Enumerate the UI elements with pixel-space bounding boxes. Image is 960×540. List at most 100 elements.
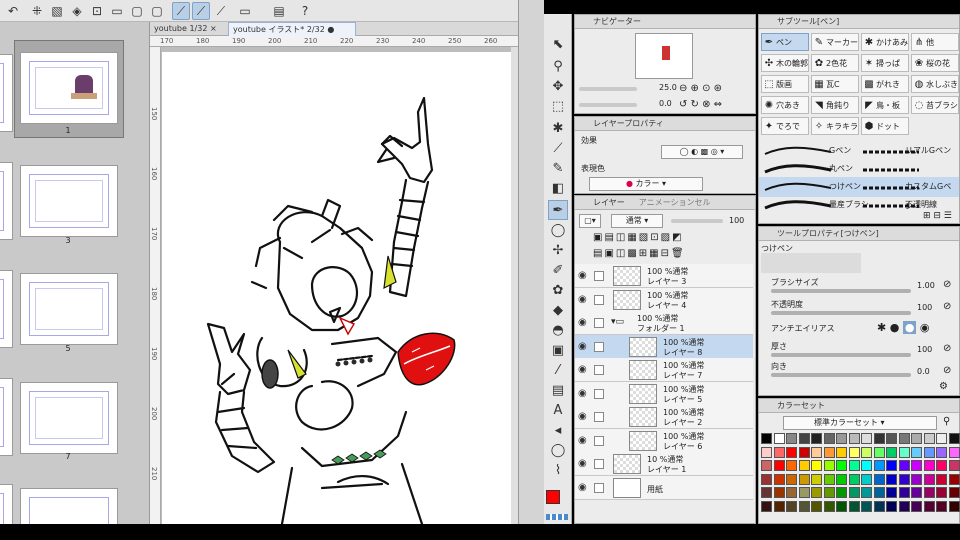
visibility-eye-icon[interactable]: ◉ bbox=[578, 364, 587, 375]
color-swatch[interactable] bbox=[911, 460, 922, 471]
color-swatch[interactable] bbox=[911, 487, 922, 498]
figure-tool-icon[interactable]: ⁄ bbox=[548, 360, 568, 380]
layer-row[interactable]: ◉ 用紙 bbox=[575, 475, 753, 500]
color-swatch[interactable] bbox=[936, 446, 947, 458]
snap-icon[interactable]: ▢ bbox=[148, 2, 166, 20]
visibility-eye-icon[interactable]: ◉ bbox=[578, 294, 587, 305]
layer-row[interactable]: ◉ 100 %通常 レイヤー 2 bbox=[575, 405, 753, 429]
color-swatch[interactable] bbox=[873, 487, 885, 498]
layer-mode-select[interactable]: ▢▾ bbox=[579, 214, 601, 228]
auto-select-tool-icon[interactable]: ✱ bbox=[548, 118, 568, 138]
color-swatch[interactable] bbox=[886, 500, 897, 512]
undo-icon[interactable]: ↶ bbox=[4, 2, 22, 20]
layer-checkbox[interactable] bbox=[594, 482, 604, 493]
color-swatch[interactable] bbox=[798, 487, 810, 498]
balloon-tool-icon[interactable]: ◂ bbox=[548, 420, 568, 440]
visibility-eye-icon[interactable]: ◉ bbox=[578, 411, 587, 422]
page-thumb-9[interactable] bbox=[20, 488, 118, 524]
color-swatch[interactable] bbox=[911, 473, 922, 485]
page-thumb-5[interactable] bbox=[20, 273, 118, 345]
color-swatch[interactable] bbox=[848, 500, 860, 512]
brush-size-dynamics-icon[interactable]: ⊘ bbox=[943, 279, 951, 290]
layer-row[interactable]: ◉ 100 %通常 レイヤー 8 bbox=[575, 334, 753, 359]
layer-checkbox[interactable] bbox=[594, 388, 604, 399]
layer-row[interactable]: ◉ 100 %通常 レイヤー 7 bbox=[575, 358, 753, 382]
color-swatch[interactable] bbox=[898, 446, 910, 458]
drawing-canvas[interactable] bbox=[162, 52, 512, 526]
color-swatch[interactable] bbox=[811, 446, 822, 458]
color-swatch[interactable] bbox=[848, 487, 860, 498]
color-swatch[interactable] bbox=[823, 460, 835, 471]
tool-property-settings-icon[interactable]: ⚙ bbox=[939, 381, 948, 392]
subtool-group-button[interactable]: ✣ 木の輪郭 bbox=[761, 54, 809, 72]
stroke-preset-row[interactable]: つけペン カスタムGペン bbox=[759, 177, 959, 211]
color-swatch[interactable] bbox=[798, 500, 810, 512]
layer-opacity-slider[interactable] bbox=[671, 219, 723, 223]
visibility-eye-icon[interactable]: ◉ bbox=[578, 317, 587, 328]
subtool-group-button[interactable]: ⬚ 版画 bbox=[761, 75, 809, 93]
selection-tool-icon[interactable]: ⬚ bbox=[548, 96, 568, 116]
layer-mask-icon[interactable]: ▢ bbox=[128, 2, 146, 20]
layer-row[interactable]: ◉ 10 %通常 レイヤー 1 bbox=[575, 452, 753, 476]
layer-checkbox[interactable] bbox=[594, 341, 604, 352]
color-swatch[interactable] bbox=[873, 473, 885, 485]
monitor-icon[interactable]: ▭ bbox=[236, 2, 254, 20]
color-swatch[interactable] bbox=[786, 446, 797, 458]
color-swatch[interactable] bbox=[848, 460, 860, 471]
draft-icon[interactable]: ▭ bbox=[108, 2, 126, 20]
zoom-slider[interactable] bbox=[579, 87, 637, 91]
layer-row[interactable]: ◉ 100 %通常 レイヤー 5 bbox=[575, 381, 753, 406]
layer-checkbox[interactable] bbox=[594, 412, 604, 422]
color-swatch[interactable] bbox=[923, 446, 935, 458]
color-swatch[interactable] bbox=[861, 433, 872, 444]
color-swatch[interactable] bbox=[948, 487, 960, 498]
layer-row[interactable]: ◉ 100 %通常 レイヤー 6 bbox=[575, 428, 753, 453]
decoration-tool-icon[interactable]: ✿ bbox=[548, 280, 568, 300]
color-swatch[interactable] bbox=[786, 460, 797, 471]
color-swatch[interactable] bbox=[786, 500, 797, 512]
help-icon[interactable]: ? bbox=[296, 2, 314, 20]
color-swatch[interactable] bbox=[948, 446, 960, 458]
subtool-group-button[interactable]: ⋔ 他 bbox=[911, 33, 959, 51]
color-swatch[interactable] bbox=[886, 446, 897, 458]
eraser-tool-icon[interactable]: ◧ bbox=[548, 178, 568, 198]
color-swatch[interactable] bbox=[898, 473, 910, 485]
thickness-dynamics-icon[interactable]: ⊘ bbox=[943, 343, 951, 354]
subtool-group-button[interactable]: ✿ 2色花 bbox=[811, 54, 859, 72]
color-swatch[interactable] bbox=[786, 433, 797, 444]
color-swatch[interactable] bbox=[861, 446, 872, 458]
color-set-select[interactable]: 標準カラーセット ▾ bbox=[783, 416, 937, 430]
color-swatch[interactable] bbox=[811, 473, 822, 485]
color-swatch[interactable] bbox=[936, 473, 947, 485]
navigator-preview[interactable] bbox=[635, 33, 693, 79]
color-swatch[interactable] bbox=[798, 446, 810, 458]
expression-color-select[interactable]: ● カラー ▾ bbox=[589, 177, 703, 191]
close-icon[interactable]: × bbox=[210, 24, 217, 33]
canvas-scrollbar[interactable] bbox=[511, 47, 518, 524]
speech-balloon-icon[interactable]: ◯ bbox=[548, 440, 568, 460]
snap-ruler-icon[interactable]: ⟋ bbox=[172, 2, 190, 20]
color-swatch[interactable] bbox=[873, 500, 885, 512]
snap-grid-icon[interactable]: ⟋ bbox=[212, 2, 230, 20]
color-swatch[interactable] bbox=[911, 446, 922, 458]
subtool-action-icons[interactable]: ⊞ ⊟ ☰ bbox=[923, 211, 952, 221]
color-swatch[interactable] bbox=[823, 473, 835, 485]
color-swatch[interactable] bbox=[811, 433, 822, 444]
visibility-eye-icon[interactable]: ◉ bbox=[578, 270, 587, 281]
color-swatch[interactable] bbox=[786, 473, 797, 485]
color-swatch[interactable] bbox=[923, 433, 935, 444]
color-swatch[interactable] bbox=[873, 460, 885, 471]
subtool-group-button[interactable]: ✦ でろで bbox=[761, 117, 809, 135]
layer-toolbar-icons[interactable]: ▣▤◫▦▧⊡▨◩ bbox=[593, 232, 684, 243]
lasso-tool-icon[interactable]: ◯ bbox=[548, 220, 568, 240]
effect-buttons[interactable]: ◯ ◐ ▩ ◎ ▾ bbox=[661, 145, 743, 159]
color-swatch[interactable] bbox=[836, 460, 847, 471]
color-swatch[interactable] bbox=[861, 473, 872, 485]
page-thumb-1[interactable] bbox=[20, 52, 118, 124]
direction-dynamics-icon[interactable]: ⊘ bbox=[943, 365, 951, 376]
color-swatch[interactable] bbox=[836, 446, 847, 458]
color-swatch[interactable] bbox=[923, 487, 935, 498]
color-swatch[interactable] bbox=[948, 433, 960, 444]
color-swatch[interactable] bbox=[948, 460, 960, 471]
color-swatch[interactable] bbox=[886, 433, 897, 444]
